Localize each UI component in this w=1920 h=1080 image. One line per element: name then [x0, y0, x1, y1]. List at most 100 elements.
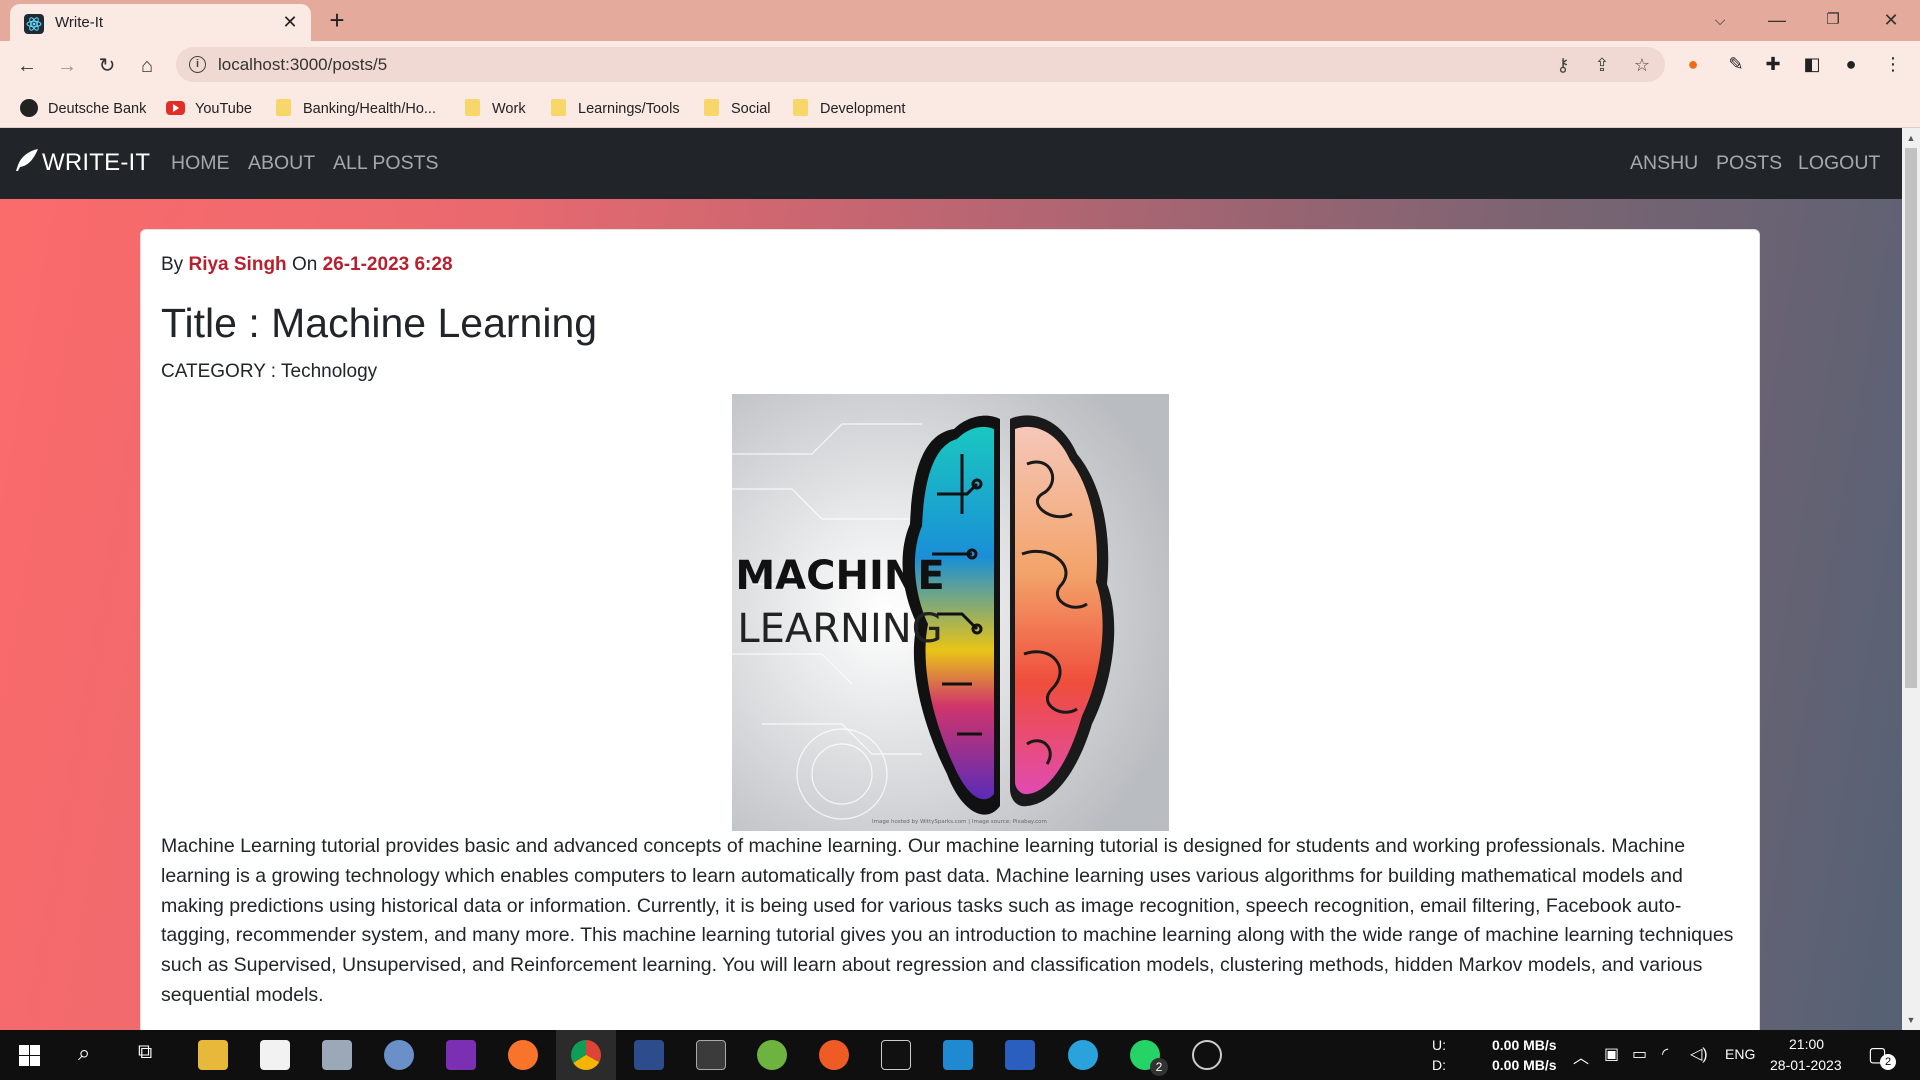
- browser-tab[interactable]: Write-It ✕: [10, 4, 311, 41]
- scroll-thumb[interactable]: [1905, 148, 1917, 688]
- nav-all-posts[interactable]: ALL POSTS: [333, 152, 439, 175]
- bookmarks-bar: Deutsche Bank YouTube Banking/Health/Ho.…: [0, 90, 1920, 128]
- address-bar-url[interactable]: localhost:3000/posts/5: [218, 55, 387, 75]
- bookmark-folder-learnings[interactable]: Learnings/Tools: [551, 98, 680, 120]
- task-view-icon[interactable]: ⧉: [138, 1041, 152, 1064]
- feather-pen-icon: [16, 149, 38, 171]
- new-tab-button[interactable]: +: [325, 7, 349, 33]
- nav-user-anshu[interactable]: ANSHU: [1630, 152, 1698, 175]
- bookmark-youtube[interactable]: YouTube: [166, 98, 252, 120]
- windows-taskbar: ⌕ ⧉ 2 U: D: 0.00 MB/s 0.00 MB/s ︿ ▣ ▭ ◜ …: [0, 1030, 1920, 1080]
- file-explorer-icon[interactable]: [198, 1040, 228, 1070]
- nav-home[interactable]: HOME: [171, 152, 230, 175]
- folder-icon: [704, 99, 719, 116]
- post-title: Title : Machine Learning: [161, 300, 598, 346]
- puzzle-extensions-icon[interactable]: ✚: [1760, 51, 1786, 77]
- key-icon[interactable]: ⚷: [1551, 53, 1575, 77]
- post-author: Riya Singh: [188, 254, 287, 275]
- net-down-speed: 0.00 MB/s: [1492, 1057, 1557, 1073]
- folder-icon: [465, 99, 480, 116]
- tray-app-icon[interactable]: ▣: [1604, 1044, 1619, 1064]
- minimize-icon[interactable]: —: [1762, 6, 1792, 34]
- app-icon[interactable]: [322, 1040, 352, 1070]
- tab-search-chevron-icon[interactable]: ⌵: [1705, 6, 1735, 34]
- bookmark-folder-work[interactable]: Work: [465, 98, 526, 120]
- folder-icon: [276, 99, 291, 116]
- image-text-learning: LEARNING: [737, 606, 942, 652]
- post-card: By Riya Singh On 26-1-2023 6:28 Title : …: [140, 229, 1760, 1030]
- page-scrollbar[interactable]: ▲ ▼: [1902, 128, 1920, 1030]
- image-credit: Image hosted by WittySparks.com | Image …: [872, 819, 1047, 825]
- firefox-icon[interactable]: [508, 1040, 538, 1070]
- post-byline: By Riya Singh On 26-1-2023 6:28: [161, 254, 453, 275]
- close-tab-icon[interactable]: ✕: [280, 12, 300, 32]
- microsoft-store-icon[interactable]: [260, 1040, 290, 1070]
- vscode-icon[interactable]: [943, 1040, 973, 1070]
- side-panel-icon[interactable]: ◧: [1799, 51, 1825, 77]
- forward-arrow-icon[interactable]: →: [53, 52, 81, 80]
- address-bar[interactable]: i localhost:3000/posts/5 ⚷ ⇪ ☆: [176, 47, 1665, 82]
- chrome-icon[interactable]: [571, 1040, 601, 1070]
- site-info-icon[interactable]: i: [189, 56, 206, 73]
- extension-icon[interactable]: ●: [1680, 51, 1706, 77]
- browser-toolbar: ← → ↻ ⌂ i localhost:3000/posts/5 ⚷ ⇪ ☆ ●…: [0, 41, 1920, 90]
- bookmark-folder-banking[interactable]: Banking/Health/Ho...: [276, 98, 436, 120]
- profile-avatar-icon[interactable]: ●: [1838, 51, 1864, 77]
- postman-icon[interactable]: [819, 1040, 849, 1070]
- site-brand[interactable]: WRITE-IT: [14, 148, 150, 177]
- post-image: MACHINE LEARNING Image hosted by WittySp…: [732, 394, 1169, 831]
- youtube-icon: [166, 101, 185, 115]
- notifications-badge: 2: [1880, 1054, 1896, 1070]
- windows-start-icon[interactable]: [19, 1045, 40, 1066]
- spring-tool-icon[interactable]: [757, 1040, 787, 1070]
- restore-icon[interactable]: ❐: [1818, 6, 1848, 34]
- bookmark-deutsche-bank[interactable]: Deutsche Bank: [20, 98, 146, 120]
- battery-icon[interactable]: ▭: [1632, 1044, 1647, 1064]
- obs-icon[interactable]: [1192, 1040, 1222, 1070]
- bookmark-star-icon[interactable]: ☆: [1630, 53, 1654, 77]
- language-indicator[interactable]: ENG: [1725, 1046, 1755, 1062]
- tray-chevron-up-icon[interactable]: ︿: [1573, 1044, 1589, 1068]
- site-navbar: WRITE-IT HOME ABOUT ALL POSTS ANSHU POST…: [0, 128, 1902, 199]
- app-icon[interactable]: [384, 1040, 414, 1070]
- net-up-speed: 0.00 MB/s: [1492, 1037, 1557, 1053]
- browser-tab-strip: Write-It ✕ + ⌵ — ❐ ✕: [0, 0, 1920, 41]
- extension-icon[interactable]: ✎: [1723, 51, 1749, 77]
- powershell-icon[interactable]: [1005, 1040, 1035, 1070]
- whatsapp-badge: 2: [1150, 1058, 1168, 1076]
- nav-logout[interactable]: LOGOUT: [1798, 152, 1880, 175]
- nav-posts[interactable]: POSTS: [1716, 152, 1782, 175]
- page-viewport: WRITE-IT HOME ABOUT ALL POSTS ANSHU POST…: [0, 128, 1902, 1030]
- home-icon[interactable]: ⌂: [133, 52, 161, 80]
- react-favicon-icon: [24, 14, 44, 34]
- deutsche-bank-icon: [20, 99, 38, 117]
- wifi-icon[interactable]: ◜: [1662, 1044, 1668, 1064]
- image-text-machine: MACHINE: [735, 553, 944, 599]
- clock-time[interactable]: 21:00: [1789, 1036, 1824, 1052]
- post-category: CATEGORY : Technology: [161, 361, 378, 382]
- back-arrow-icon[interactable]: ←: [13, 52, 41, 80]
- folder-icon: [551, 99, 566, 116]
- search-icon[interactable]: ⌕: [78, 1040, 90, 1066]
- net-up-label: U:: [1432, 1037, 1446, 1053]
- scroll-down-arrow-icon[interactable]: ▼: [1906, 1015, 1916, 1025]
- clock-date[interactable]: 28-01-2023: [1770, 1057, 1842, 1073]
- post-body: Machine Learning tutorial provides basic…: [161, 835, 1734, 1006]
- volume-icon[interactable]: ◁): [1690, 1044, 1708, 1064]
- browser-menu-icon[interactable]: ⋮: [1880, 51, 1906, 77]
- window-close-icon[interactable]: ✕: [1876, 6, 1906, 34]
- bookmark-folder-social[interactable]: Social: [704, 98, 771, 120]
- nav-about[interactable]: ABOUT: [248, 152, 315, 175]
- scroll-up-arrow-icon[interactable]: ▲: [1906, 133, 1916, 143]
- folder-icon: [793, 99, 808, 116]
- telegram-icon[interactable]: [1068, 1040, 1098, 1070]
- onenote-icon[interactable]: [446, 1040, 476, 1070]
- app-icon[interactable]: [634, 1040, 664, 1070]
- tab-title: Write-It: [55, 14, 104, 31]
- bookmark-folder-development[interactable]: Development: [793, 98, 905, 120]
- terminal-icon[interactable]: [881, 1040, 911, 1070]
- reload-icon[interactable]: ↻: [93, 52, 121, 80]
- net-down-label: D:: [1432, 1057, 1446, 1073]
- mysql-workbench-icon[interactable]: [696, 1040, 726, 1070]
- share-icon[interactable]: ⇪: [1590, 53, 1614, 77]
